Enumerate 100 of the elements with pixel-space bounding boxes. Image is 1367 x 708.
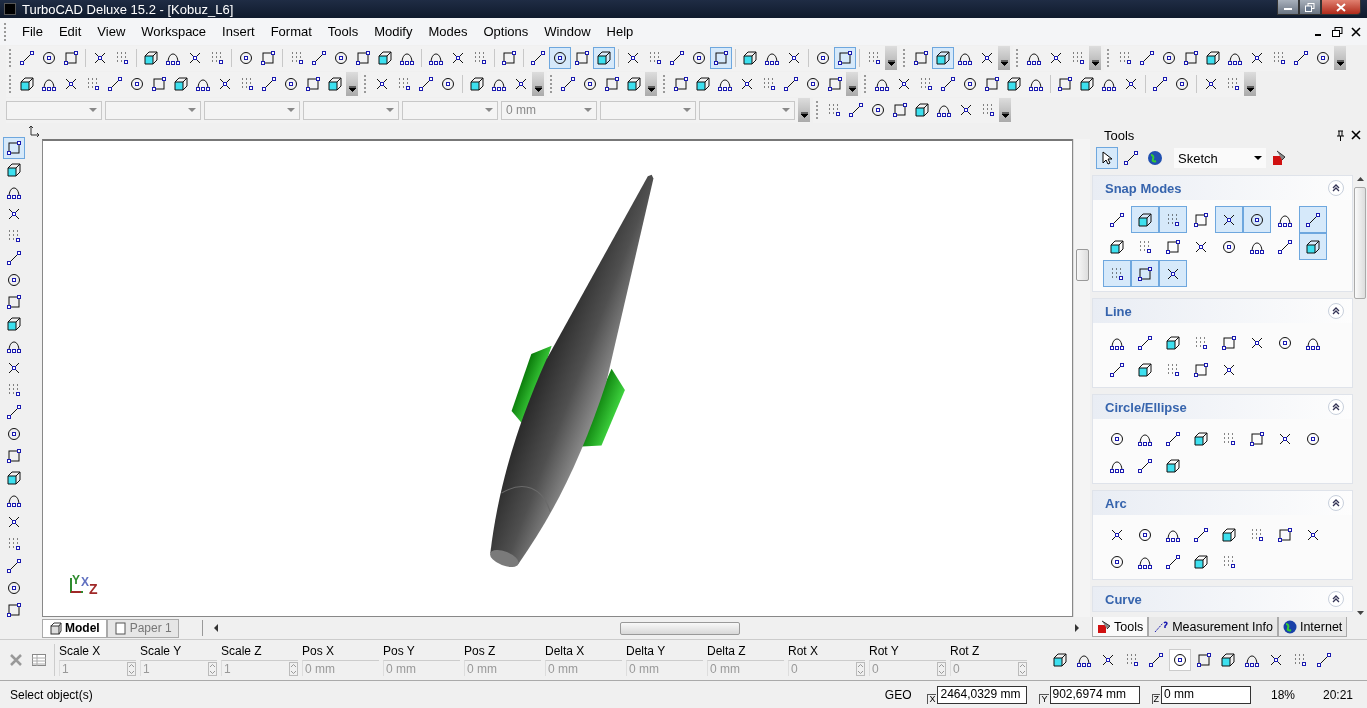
panel-tab[interactable]: Internet (1277, 617, 1348, 637)
sheet-tab[interactable]: Model (42, 618, 107, 638)
dot-grid-icon (826, 102, 842, 118)
collapse-button[interactable] (1328, 591, 1344, 607)
select-button[interactable] (1096, 147, 1118, 169)
caret-icon (348, 86, 356, 92)
toolbar-button[interactable] (593, 47, 615, 69)
measure-icon (1153, 619, 1170, 634)
coordinate-field[interactable]: 902,6974 mm (1049, 685, 1140, 704)
toolbar-button[interactable] (710, 47, 732, 69)
collapse-button[interactable] (1328, 303, 1344, 319)
tool-button[interactable] (1299, 206, 1327, 233)
overflow-button[interactable] (998, 46, 1010, 70)
line-icon (1305, 211, 1321, 228)
dot-grid-icon (918, 76, 934, 92)
menu-item[interactable]: Edit (50, 24, 90, 39)
menu-item[interactable]: View (89, 24, 134, 39)
scrollbar-thumb[interactable] (1076, 249, 1089, 281)
panel-tab[interactable]: Measurement Info (1148, 617, 1278, 637)
panel-tab[interactable]: Tools (1092, 617, 1149, 637)
menu-item[interactable]: Modify (366, 24, 421, 39)
overflow-button[interactable] (885, 46, 897, 70)
circle-icon (440, 76, 456, 92)
caret-icon (1001, 112, 1009, 118)
menu-item[interactable]: Options (475, 24, 537, 39)
overflow-button[interactable] (532, 72, 544, 96)
vertical-scrollbar[interactable] (1073, 139, 1090, 617)
overflow-button[interactable] (1244, 72, 1256, 96)
restore-icon[interactable] (1332, 26, 1343, 37)
field-label: Scale Y (140, 644, 183, 660)
circle-icon (1174, 76, 1190, 92)
minimize-button[interactable] (1277, 0, 1299, 15)
overflow-button[interactable] (346, 72, 358, 96)
overflow-button[interactable] (999, 98, 1011, 122)
circle-icon (283, 76, 299, 92)
close-button[interactable] (1321, 0, 1361, 15)
scroll-down-icon[interactable] (1356, 611, 1364, 615)
overflow-button[interactable] (1089, 46, 1101, 70)
pin-icon[interactable] (1336, 129, 1345, 141)
toolbar-button[interactable] (834, 47, 856, 69)
overflow-button[interactable] (645, 72, 657, 96)
menu-item[interactable]: Modes (420, 24, 476, 39)
cross-icon (896, 76, 912, 92)
menu-item[interactable]: Insert (214, 24, 263, 39)
close-icon[interactable] (1351, 130, 1361, 140)
scroll-left-icon[interactable] (213, 624, 219, 632)
coordinate-field[interactable]: 0 mm (1161, 685, 1251, 704)
line-icon (1123, 150, 1139, 166)
menu-item[interactable]: Format (262, 24, 320, 39)
menu-item[interactable]: Help (598, 24, 642, 39)
mode-dropdown[interactable]: Sketch (1174, 148, 1266, 168)
tool-button[interactable] (1159, 260, 1187, 287)
circle-icon (41, 50, 57, 66)
tool-button[interactable] (1215, 206, 1243, 233)
cross-icon (979, 50, 995, 66)
scrollbar-thumb[interactable] (620, 622, 740, 635)
scrollbar-thumb[interactable] (1354, 187, 1366, 299)
toolbar-button[interactable] (3, 137, 25, 159)
cube-icon (377, 50, 393, 66)
square-icon (713, 50, 729, 66)
sheet-tab[interactable]: Paper 1 (106, 618, 179, 638)
scroll-up-icon[interactable] (1356, 177, 1364, 181)
square-icon (1193, 361, 1209, 378)
menu-item[interactable]: File (14, 24, 51, 39)
toolbar-button[interactable] (1169, 649, 1191, 671)
caret-icon (683, 107, 691, 113)
menu-item[interactable]: Tools (319, 24, 367, 39)
table-icon[interactable] (32, 654, 46, 666)
caret-icon (386, 107, 394, 113)
maximize-button[interactable] (1299, 0, 1321, 15)
toolbar-button[interactable] (932, 47, 954, 69)
line-icon (1193, 526, 1209, 543)
overflow-button[interactable] (798, 98, 810, 122)
menu-item[interactable]: Window (536, 24, 599, 39)
vertical-scrollbar[interactable] (1353, 175, 1367, 617)
dot-grid-icon (472, 50, 488, 66)
paint-bucket-icon (1097, 619, 1111, 634)
cross-icon (958, 102, 974, 118)
toolbar-button[interactable] (549, 47, 571, 69)
caret-icon (1246, 86, 1254, 92)
coordinate-field[interactable]: 2464,0329 mm (937, 685, 1028, 704)
overflow-button[interactable] (846, 72, 858, 96)
menu-item[interactable]: Workspace (133, 24, 215, 39)
overflow-button[interactable] (1334, 46, 1346, 70)
close-icon[interactable] (1351, 26, 1361, 37)
square-icon (1193, 211, 1209, 228)
tool-button[interactable] (1131, 206, 1159, 233)
tool-button[interactable] (1243, 206, 1271, 233)
collapse-button[interactable] (1328, 495, 1344, 511)
circle-icon (333, 50, 349, 66)
line-icon (1137, 457, 1153, 474)
axes-icon[interactable] (28, 125, 40, 137)
caret-icon (1091, 60, 1099, 66)
collapse-button[interactable] (1328, 399, 1344, 415)
cross-icon (450, 50, 466, 66)
scroll-right-icon[interactable] (1074, 624, 1080, 632)
tool-button[interactable] (1131, 260, 1159, 287)
square-icon (827, 76, 843, 92)
collapse-button[interactable] (1328, 180, 1344, 196)
tool-button[interactable] (1299, 233, 1327, 260)
